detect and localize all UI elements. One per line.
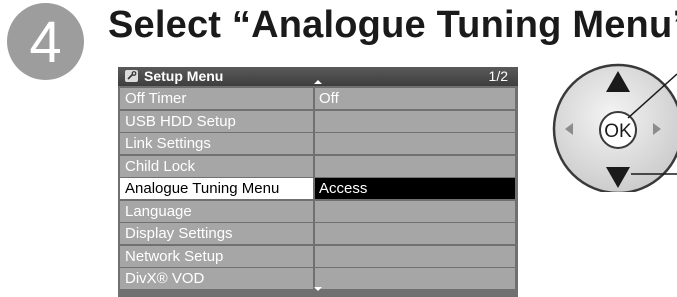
menu-item-value: Access (315, 178, 515, 199)
menu-item-language[interactable]: Language (118, 200, 518, 222)
menu-item-label: USB HDD Setup (120, 110, 313, 132)
menu-item-label: Link Settings (120, 133, 313, 154)
scroll-down-arrow-icon[interactable] (314, 287, 322, 291)
setup-menu-icon (125, 70, 138, 82)
scroll-up-arrow-icon[interactable] (314, 80, 322, 84)
menu-item-off-timer[interactable]: Off Timer Off (118, 88, 518, 109)
menu-item-label: DivX® VOD (120, 268, 313, 289)
step-number-badge: 4 (7, 3, 84, 80)
menu-item-label: Child Lock (120, 155, 313, 177)
setup-menu-header: Setup Menu 1/2 (118, 67, 518, 86)
menu-item-label: Off Timer (120, 88, 313, 109)
menu-item-divx-vod[interactable]: DivX® VOD (118, 268, 518, 289)
menu-item-value (315, 245, 515, 267)
setup-menu-title: Setup Menu (144, 68, 224, 84)
menu-item-label: Display Settings (120, 223, 313, 244)
menu-item-label: Network Setup (120, 245, 313, 267)
menu-item-link-settings[interactable]: Link Settings (118, 133, 518, 154)
menu-item-value (315, 110, 515, 132)
menu-item-value (315, 223, 515, 244)
menu-item-value (315, 133, 515, 154)
menu-item-label: Language (120, 200, 313, 222)
page-indicator: 1/2 (488, 68, 508, 84)
menu-item-analogue-tuning-menu[interactable]: Analogue Tuning Menu Access (118, 178, 518, 199)
menu-item-child-lock[interactable]: Child Lock (118, 155, 518, 177)
menu-item-network-setup[interactable]: Network Setup (118, 245, 518, 267)
setup-menu: Setup Menu 1/2 Off Timer Off USB HDD Set… (118, 67, 518, 297)
remote-dpad: OK (540, 62, 677, 197)
step-number: 4 (29, 9, 62, 75)
menu-item-value (315, 155, 515, 177)
instruction-heading: Select “Analogue Tuning Menu” (108, 4, 677, 46)
menu-item-value (315, 200, 515, 222)
menu-item-display-settings[interactable]: Display Settings (118, 223, 518, 244)
menu-item-label: Analogue Tuning Menu (120, 178, 313, 199)
menu-item-usb-hdd-setup[interactable]: USB HDD Setup (118, 110, 518, 132)
menu-item-value: Off (315, 88, 515, 109)
menu-item-value (315, 268, 515, 289)
ok-button-label: OK (604, 121, 632, 142)
setup-menu-list: Off Timer Off USB HDD Setup Link Setting… (118, 88, 518, 291)
